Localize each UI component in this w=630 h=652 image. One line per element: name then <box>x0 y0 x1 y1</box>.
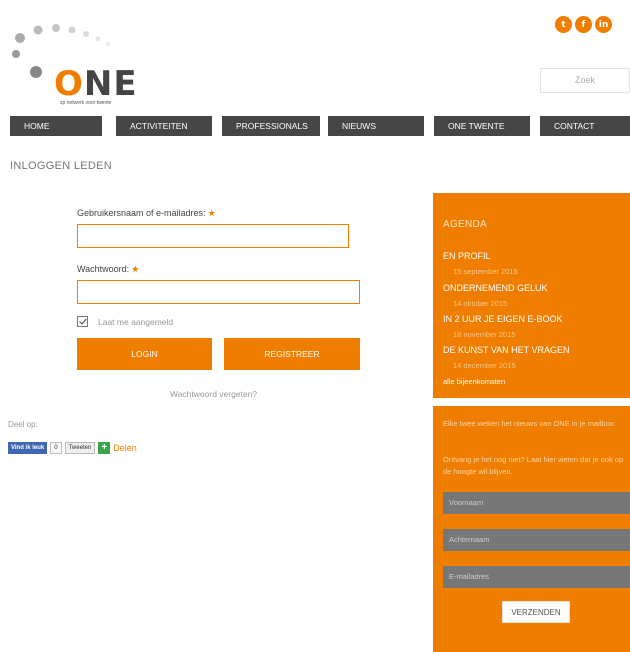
agenda-event-date: 14 oktober 2015 <box>453 299 508 308</box>
logo-tagline: zp netwerk voor twente <box>60 100 112 106</box>
page-title: INLOGGEN LEDEN <box>10 160 113 172</box>
all-events-link[interactable]: alle bijeenkomsten <box>443 377 505 386</box>
agenda-panel: AGENDA EN PROFIL 15 september 2015 ONDER… <box>433 193 630 398</box>
twitter-icon[interactable]: t <box>555 16 572 33</box>
facebook-icon[interactable]: f <box>575 16 592 33</box>
newsletter-submit-button[interactable]: VERZENDEN <box>502 601 570 623</box>
share-link[interactable]: Delen <box>113 443 137 453</box>
remember-me[interactable]: Laat me aangemeld <box>77 316 173 327</box>
nav-item-nieuws[interactable]: NIEUWS <box>328 116 424 136</box>
agenda-event-title[interactable]: DE KUNST VAN HET VRAGEN <box>443 345 570 355</box>
social-links: t f in <box>555 16 612 33</box>
required-star-icon: ★ <box>131 264 140 274</box>
agenda-event-date: 15 september 2015 <box>453 267 518 276</box>
required-star-icon: ★ <box>207 208 216 218</box>
nav-item-home[interactable]: HOME <box>10 116 102 136</box>
share-label: Deel op: <box>8 420 38 429</box>
newsletter-intro: Elke twee weken het nieuws van ONE in je… <box>443 419 616 428</box>
tweet-button[interactable]: Tweeten <box>64 442 96 454</box>
main-navigation: HOME ACTIVITEITEN PROFESSIONALS NIEUWS O… <box>0 116 630 136</box>
last-name-field[interactable]: Achternaam <box>443 529 630 551</box>
facebook-like-button[interactable]: Vind ik leuk <box>8 442 48 454</box>
agenda-event-title[interactable]: IN 2 UUR JE EIGEN E-BOOK <box>443 314 563 324</box>
username-label: Gebruikersnaam of e-mailadres: ★ <box>77 208 216 218</box>
nav-item-contact[interactable]: CONTACT <box>540 116 630 136</box>
nav-item-activiteiten[interactable]: ACTIVITEITEN <box>116 116 212 136</box>
agenda-event-date: 14 december 2015 <box>453 361 516 370</box>
linkedin-icon[interactable]: in <box>595 16 612 33</box>
search-input[interactable]: Zoek <box>540 68 630 93</box>
password-label: Wachtwoord: ★ <box>77 264 140 274</box>
username-field[interactable] <box>77 224 349 248</box>
agenda-event-title[interactable]: EN PROFIL <box>443 251 491 261</box>
share-buttons: Vind ik leuk 0 Tweeten + Delen <box>8 442 137 454</box>
agenda-event-title[interactable]: ONDERNEMEND GELUK <box>443 283 548 293</box>
share-plus-icon[interactable]: + <box>98 442 111 454</box>
nav-item-professionals[interactable]: PROFESSIONALS <box>222 116 320 136</box>
password-field[interactable] <box>77 280 360 304</box>
site-logo[interactable]: ONE zp netwerk voor twente <box>8 20 148 110</box>
agenda-title: AGENDA <box>443 219 488 230</box>
login-button[interactable]: LOGIN <box>77 338 212 370</box>
email-field[interactable]: E-mailadres <box>443 566 630 588</box>
newsletter-text: Ontvang je het nog niet? Laat hier weten… <box>443 455 624 476</box>
remember-me-checkbox[interactable] <box>77 316 88 327</box>
tweet-count: 0 <box>50 442 62 454</box>
forgot-password-link[interactable]: Wachtwoord vergeten? <box>170 389 257 399</box>
register-button[interactable]: REGISTREER <box>224 338 360 370</box>
logo-wordmark: ONE <box>54 64 138 104</box>
agenda-event-date: 18 november 2015 <box>453 330 516 339</box>
remember-me-label: Laat me aangemeld <box>98 316 174 327</box>
nav-item-one-twente[interactable]: ONE TWENTE <box>434 116 530 136</box>
first-name-field[interactable]: Voornaam <box>443 492 630 514</box>
